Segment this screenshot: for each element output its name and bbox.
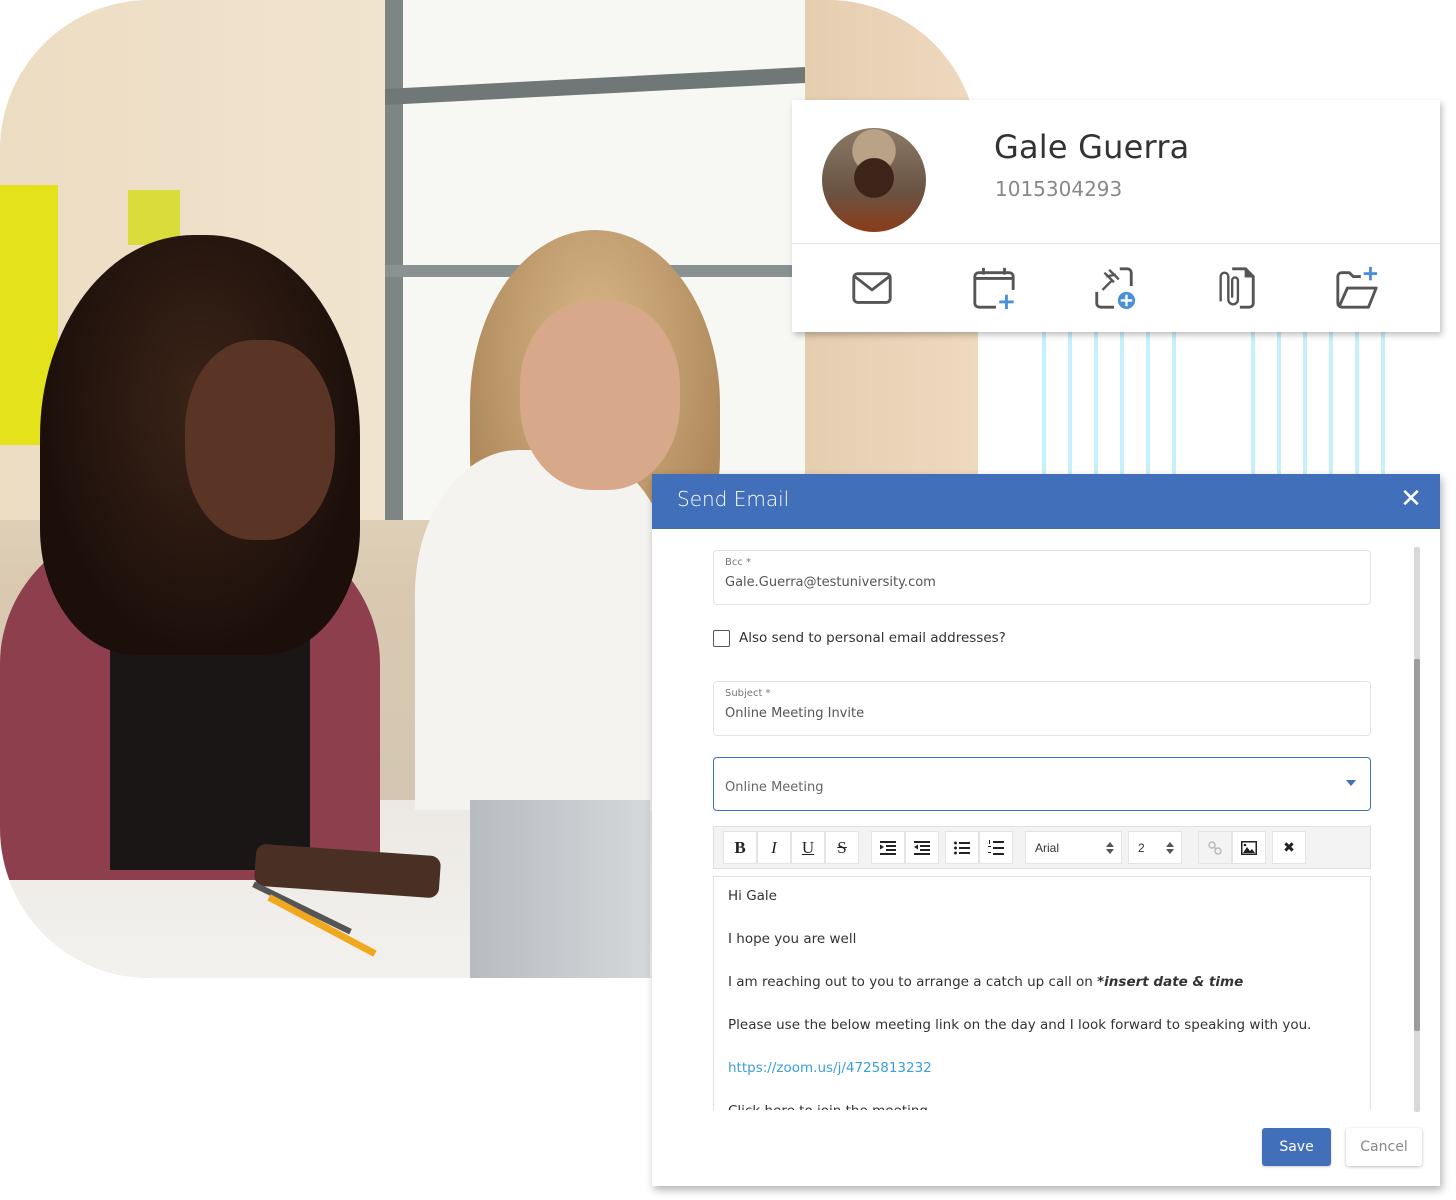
attach-document-action[interactable] (1212, 264, 1260, 312)
decorative-stripe (1277, 332, 1281, 474)
add-folder-action[interactable] (1333, 264, 1381, 312)
decorative-stripe (1172, 332, 1176, 474)
numbered-list-icon (988, 839, 1004, 855)
outdent-icon (914, 840, 930, 855)
meeting-link[interactable]: https://zoom.us/j/4725813232 (728, 1060, 932, 1076)
font-family-select[interactable]: Arial (1025, 831, 1122, 864)
contact-actions (792, 244, 1440, 332)
body-line: I hope you are well (728, 931, 857, 947)
decorative-stripe (1251, 332, 1255, 474)
decorative-stripe (1094, 332, 1098, 474)
font-family-value: Arial (1035, 841, 1060, 855)
select-arrows-icon (1106, 842, 1114, 854)
subject-field[interactable]: Subject * Online Meeting Invite (713, 681, 1371, 736)
save-button[interactable]: Save (1262, 1128, 1331, 1166)
decorative-stripe (1068, 332, 1072, 474)
indent-button[interactable] (871, 831, 905, 864)
link-icon (1208, 840, 1222, 855)
photo-laptop (470, 800, 650, 978)
attach-document-icon (1219, 267, 1255, 309)
scrollbar[interactable] (1414, 547, 1420, 1112)
decorative-stripe (1355, 332, 1359, 474)
body-line: Click here to join the meeting (728, 1103, 928, 1110)
body-line: https://zoom.us/j/4725813232 (728, 1060, 932, 1076)
photo-window-frame (385, 0, 403, 520)
bcc-label: Bcc * (725, 557, 752, 568)
image-icon (1241, 840, 1257, 855)
decorative-stripe (1329, 332, 1333, 474)
scrollbar-thumb[interactable] (1414, 659, 1420, 1031)
insert-link-button[interactable] (1198, 831, 1232, 864)
decorative-stripe (1381, 332, 1385, 474)
font-size-select[interactable]: 2 (1128, 831, 1182, 864)
personal-email-label: Also send to personal email addresses? (739, 630, 1006, 646)
indent-icon (880, 840, 896, 855)
calendar-add-icon (973, 267, 1015, 310)
body-line: Please use the below meeting link on the… (728, 1017, 1312, 1033)
bullet-list-button[interactable] (945, 831, 979, 864)
pin-add-icon (1095, 267, 1136, 310)
photo-person-1-face (185, 340, 335, 540)
strikethrough-button[interactable]: S (825, 831, 859, 864)
close-icon[interactable]: ✕ (1396, 484, 1426, 514)
contact-name: Gale Guerra (994, 128, 1190, 166)
underline-button[interactable]: U (791, 831, 825, 864)
font-size-value: 2 (1138, 841, 1145, 855)
subject-value: Online Meeting Invite (725, 706, 865, 721)
add-appointment-action[interactable] (970, 264, 1018, 312)
photo-person-2-face (520, 300, 680, 490)
body-line: Hi Gale (728, 888, 777, 904)
add-pin-action[interactable] (1090, 264, 1138, 312)
personal-email-option: Also send to personal email addresses? (713, 628, 1006, 648)
contact-id: 1015304293 (995, 177, 1123, 201)
bullet-list-icon (954, 841, 970, 854)
bold-button[interactable]: B (723, 831, 757, 864)
template-select-value: Online Meeting (725, 780, 824, 795)
email-body-editor[interactable]: Hi Gale I hope you are well I am reachin… (713, 876, 1371, 1110)
remove-format-button[interactable]: ✖ (1272, 831, 1306, 864)
cancel-button[interactable]: Cancel (1346, 1128, 1422, 1166)
decorative-stripe (1303, 332, 1307, 474)
avatar (822, 128, 926, 232)
bcc-field[interactable]: Bcc * Gale.Guerra@testuniversity.com (713, 550, 1371, 605)
body-line: I am reaching out to you to arrange a ca… (728, 974, 1243, 990)
envelope-icon (852, 272, 892, 304)
subject-label: Subject * (725, 688, 771, 699)
decorative-stripe (1120, 332, 1124, 474)
template-select[interactable]: Online Meeting (713, 757, 1371, 811)
italic-button[interactable]: I (757, 831, 791, 864)
dialog-title: Send Email (677, 487, 790, 511)
body-text: I am reaching out to you to arrange a ca… (728, 974, 1098, 990)
chevron-down-icon (1346, 780, 1356, 786)
dialog-header: Send Email ✕ (652, 474, 1440, 529)
bcc-value: Gale.Guerra@testuniversity.com (725, 575, 936, 590)
contact-card: Gale Guerra 1015304293 (792, 100, 1440, 332)
date-time-placeholder: *insert date & time (1097, 974, 1244, 990)
personal-email-checkbox[interactable] (713, 629, 730, 647)
folder-add-icon (1336, 266, 1378, 309)
numbered-list-button[interactable] (979, 831, 1013, 864)
send-email-action[interactable] (848, 264, 896, 312)
photo-person-2-body (415, 450, 675, 810)
decorative-stripe (1146, 332, 1150, 474)
decorative-stripe (1042, 332, 1046, 474)
outdent-button[interactable] (905, 831, 939, 864)
send-email-dialog: Send Email ✕ Bcc * Gale.Guerra@testunive… (652, 474, 1440, 1186)
select-arrows-icon (1166, 842, 1174, 854)
insert-image-button[interactable] (1232, 831, 1266, 864)
editor-toolbar: B I U S Arial 2 ✖ (713, 826, 1371, 869)
